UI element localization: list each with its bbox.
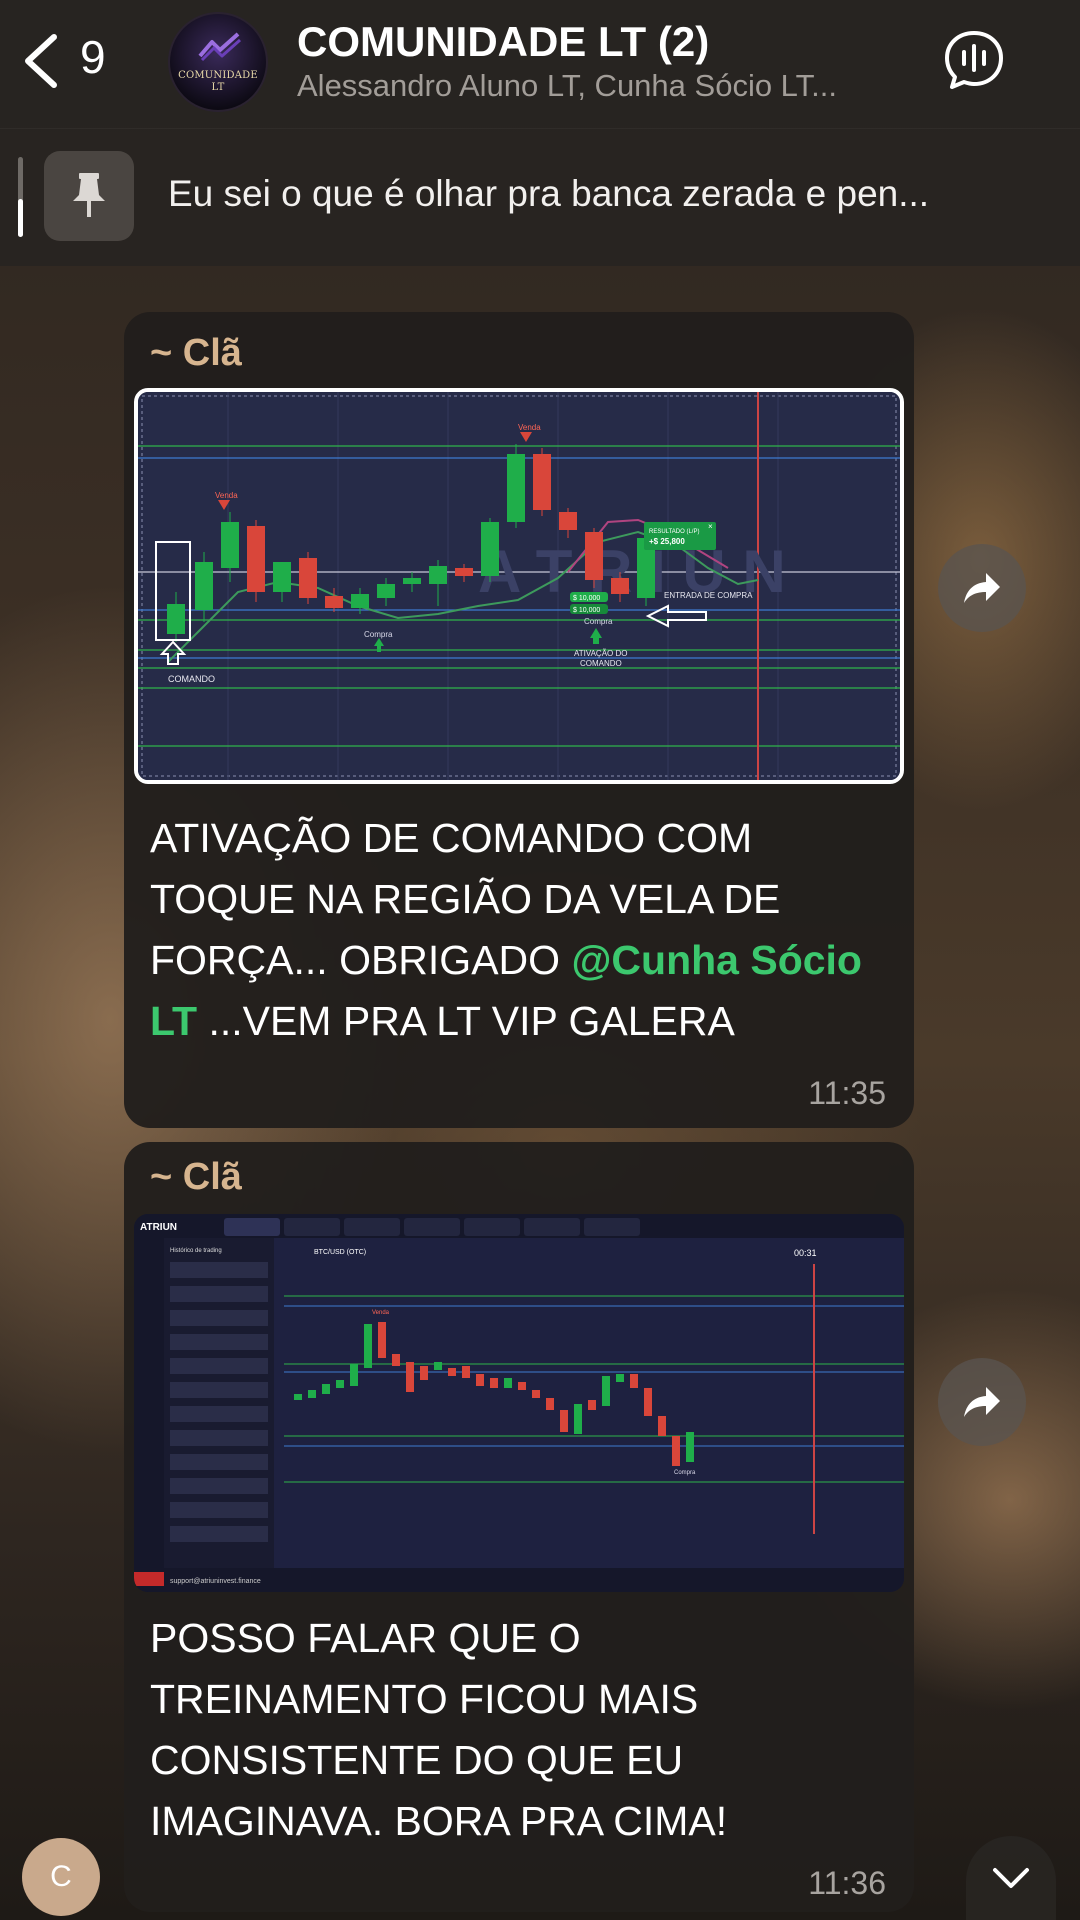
chevron-left-icon [25,34,57,88]
chat-header: 9 COMUNIDADE LT COMUNIDADE LT (2) Alessa… [0,0,1080,128]
unread-count[interactable]: 9 [80,30,106,84]
entrada-label: ENTRADA DE COMPRA [664,591,753,600]
compra-label: Compra [364,630,393,639]
compra-label: Compra [584,617,613,626]
chat-title[interactable]: COMUNIDADE LT (2) [297,18,709,66]
venda-label: Venda [372,1310,390,1316]
avatar-logo-text: COMUNIDADE LT [178,70,258,93]
chat-members[interactable]: Alessandro Aluno LT, Cunha Sócio LT... [297,68,927,104]
message-bubble[interactable]: ~ Clã A T R I U N COMANDO Venda Venda Co… [124,312,914,1128]
venda-label: Venda [215,491,238,500]
message-text: ATIVAÇÃO DE COMANDO COM TOQUE NA REGIÃO … [150,815,862,1044]
ativacao-label: COMANDO [580,659,622,668]
platform-screenshot[interactable]: ATRIUN Histórico de trading BTC/USD (OTC… [134,1214,904,1592]
comando-label: COMANDO [168,674,215,684]
chip-label: $ 10,000 [573,607,600,614]
resultado-value: +$ 25,800 [649,537,685,546]
voice-chat-icon[interactable] [942,28,1006,92]
message-time: 11:35 [808,1075,886,1111]
chevron-down-icon [993,1868,1029,1888]
resultado-title: RESULTADO (L/P) [649,529,699,535]
message-time: 11:36 [808,1865,886,1901]
back-button[interactable] [18,26,88,96]
brand-label: ATRIUN [140,1222,177,1233]
pinned-indicator-active [18,199,23,237]
chip-label: $ 10,000 [573,595,600,602]
candlestick-chart-image: A T R I U N COMANDO Venda Venda Compra C… [138,392,900,780]
message-text: POSSO FALAR QUE O TREINAMENTO FICOU MAIS… [150,1615,728,1844]
venda-label: Venda [518,423,541,432]
chart-screenshot[interactable]: A T R I U N COMANDO Venda Venda Compra C… [134,388,904,784]
pin-thumbnail [44,151,134,241]
forward-icon [964,573,1000,603]
chart-logo-icon [198,32,241,62]
pin-icon [73,173,105,217]
sender-name[interactable]: ~ Clã [150,1156,242,1199]
ativacao-label: ATIVAÇÃO DO [574,649,628,658]
message-bubble[interactable]: ~ Clã ATRIUN Histórico de trading BTC/US… [124,1142,914,1912]
pinned-text: Eu sei o que é olhar pra banca zerada e … [168,173,930,214]
group-avatar[interactable]: COMUNIDADE LT [168,12,268,112]
pinned-message-bar[interactable]: Eu sei o que é olhar pra banca zerada e … [0,128,1080,266]
forward-button[interactable] [938,1358,1026,1446]
user-avatar[interactable]: C [22,1838,100,1916]
timer-label: 00:31 [794,1248,817,1258]
history-title: Histórico de trading [170,1248,222,1254]
scroll-to-bottom-button[interactable] [966,1836,1056,1920]
trading-platform-image: ATRIUN Histórico de trading BTC/USD (OTC… [134,1214,904,1592]
sender-name[interactable]: ~ Clã [150,332,242,375]
support-label: support@atriuninvest.finance [170,1578,261,1585]
compra-label: Compra [674,1470,696,1476]
forward-icon [964,1387,1000,1417]
asset-label: BTC/USD (OTC) [314,1249,366,1256]
forward-button[interactable] [938,544,1026,632]
svg-text:×: × [708,522,713,531]
